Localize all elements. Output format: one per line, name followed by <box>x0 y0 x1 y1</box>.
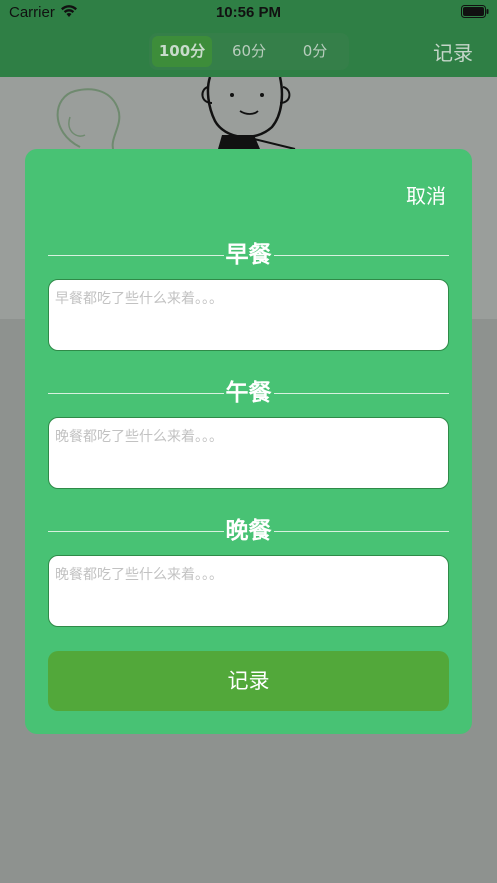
meal-record-dialog: 取消 早餐 午餐 晚餐 记录 <box>25 149 472 734</box>
dinner-title: 晚餐 <box>223 518 274 544</box>
nav-record-button[interactable]: 记录 <box>433 37 473 66</box>
character-illustration <box>56 77 296 153</box>
segment-0[interactable]: 0分 <box>285 36 345 67</box>
dinner-input[interactable] <box>48 555 449 627</box>
breakfast-title: 早餐 <box>223 242 274 268</box>
breakfast-header: 早餐 <box>48 240 449 270</box>
lunch-header: 午餐 <box>48 378 449 408</box>
dinner-header: 晚餐 <box>48 516 449 546</box>
lunch-title: 午餐 <box>223 380 274 406</box>
battery-icon <box>461 5 489 18</box>
segment-100[interactable]: 100分 <box>152 36 212 67</box>
cancel-button[interactable]: 取消 <box>406 180 446 209</box>
navigation-bar: Carrier 10:56 PM 100分 60分 0分 记录 <box>0 0 497 77</box>
status-bar: Carrier 10:56 PM <box>0 0 497 26</box>
record-submit-button[interactable]: 记录 <box>48 651 449 711</box>
score-segmented-control: 100分 60分 0分 <box>149 33 349 70</box>
lunch-input[interactable] <box>48 417 449 489</box>
breakfast-input[interactable] <box>48 279 449 351</box>
segment-60[interactable]: 60分 <box>219 36 279 67</box>
clock: 10:56 PM <box>215 4 282 21</box>
